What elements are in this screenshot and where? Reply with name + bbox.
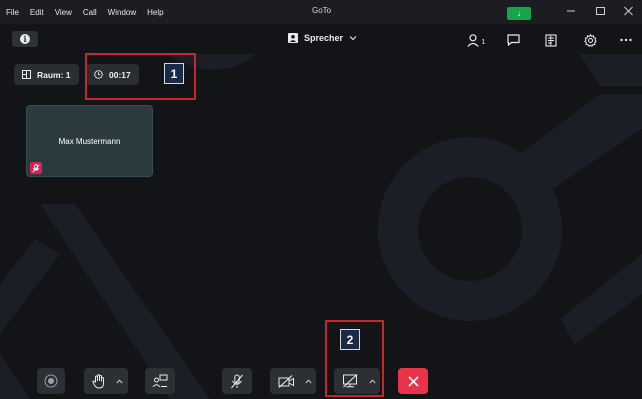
menu-bar: File Edit View Call Window Help (0, 8, 164, 17)
leave-meeting-button[interactable] (398, 368, 428, 394)
title-bar: File Edit View Call Window Help GoTo ↓ (0, 0, 642, 24)
info-button[interactable]: i (12, 31, 38, 47)
screen-camera-menu-button[interactable] (365, 368, 379, 394)
download-icon: ↓ (517, 9, 521, 18)
mic-off-icon (32, 163, 40, 172)
camera-menu-button[interactable] (301, 368, 315, 394)
muted-badge (30, 162, 42, 174)
room-label: Raum: 1 (37, 69, 71, 80)
close-window-icon (624, 6, 633, 16)
participant-count: 1 (481, 39, 486, 46)
notes-icon (545, 33, 557, 47)
microphone-button[interactable] (222, 368, 252, 394)
settings-button[interactable] (581, 32, 599, 48)
room-badge[interactable]: Raum: 1 (14, 64, 79, 85)
minimize-icon (567, 10, 575, 12)
chevron-up-icon (368, 378, 376, 383)
view-mode-label: Sprecher (304, 33, 344, 43)
room-icon (22, 70, 31, 79)
info-icon: i (20, 34, 30, 44)
menu-view[interactable]: View (55, 8, 72, 17)
participant-tile[interactable]: Max Mustermann (26, 105, 153, 177)
menu-call[interactable]: Call (83, 8, 97, 17)
chevron-up-icon (115, 378, 123, 383)
menu-window[interactable]: Window (108, 8, 136, 17)
chevron-up-icon (304, 378, 312, 383)
close-window-button[interactable] (624, 6, 633, 19)
update-button[interactable]: ↓ (507, 7, 531, 20)
person-icon (466, 33, 479, 47)
annotation-number-1: 1 (164, 63, 184, 84)
participants-button[interactable]: 1 (464, 32, 488, 48)
screen-share-icon (152, 374, 168, 388)
menu-edit[interactable]: Edit (30, 8, 44, 17)
gear-icon (583, 33, 597, 47)
menu-help[interactable]: Help (147, 8, 163, 17)
chat-icon (506, 34, 520, 46)
menu-file[interactable]: File (6, 8, 19, 17)
record-icon (44, 374, 58, 388)
screen-camera-main[interactable] (336, 368, 364, 394)
view-mode-dropdown[interactable]: Sprecher (288, 33, 357, 43)
raise-hand-icon (92, 373, 104, 389)
chat-button[interactable] (504, 32, 522, 48)
speaker-view-icon (288, 33, 298, 43)
screen-camera-off-icon (342, 374, 357, 388)
notes-button[interactable] (542, 32, 560, 48)
maximize-icon (596, 7, 605, 15)
close-icon (407, 375, 419, 387)
chevron-down-icon (349, 36, 357, 41)
camera-main[interactable] (272, 368, 300, 394)
app-title: GoTo (312, 6, 332, 15)
raise-hand-menu-button[interactable] (112, 368, 126, 394)
more-options-button[interactable] (618, 32, 634, 48)
record-button[interactable] (37, 368, 65, 394)
share-screen-button[interactable] (145, 368, 175, 394)
more-icon (620, 38, 632, 42)
minimize-button[interactable] (567, 6, 575, 19)
maximize-button[interactable] (596, 6, 605, 19)
camera-off-icon (278, 374, 294, 388)
participant-name: Max Mustermann (58, 137, 121, 146)
raise-hand-main[interactable] (86, 368, 112, 394)
mic-off-icon (231, 374, 243, 388)
annotation-number-2: 2 (340, 329, 360, 350)
